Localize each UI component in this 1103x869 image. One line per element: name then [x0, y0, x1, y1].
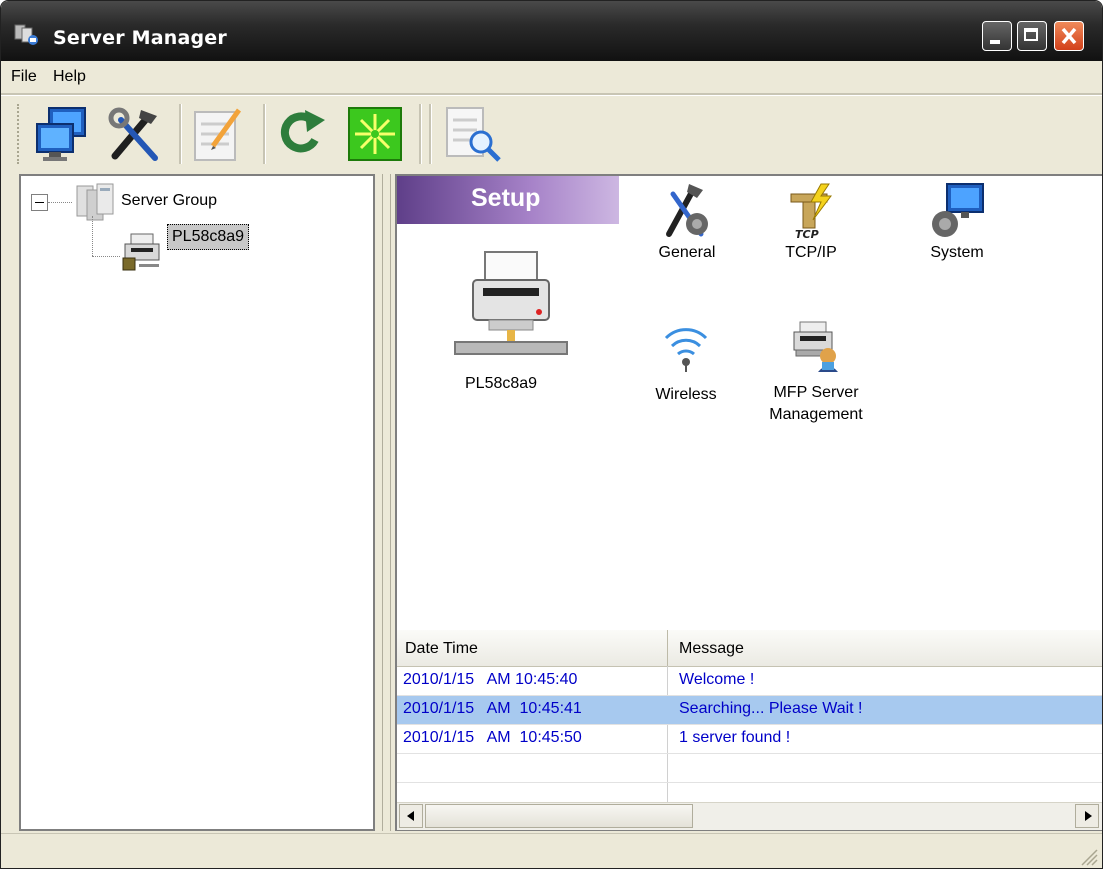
setup-tcpip-label: TCP/IP: [785, 244, 837, 261]
log-datetime: 2010/1/15 AM 10:45:40: [403, 671, 578, 688]
column-header-message[interactable]: Message: [679, 640, 744, 658]
scroll-left-button[interactable]: [399, 804, 423, 828]
edit-document-icon[interactable]: [189, 102, 253, 166]
setup-panel: Setup PL58c8a9 General TCP TCP/IP System…: [395, 174, 1102, 630]
title-bar[interactable]: Server Manager: [1, 1, 1102, 61]
tree-item-server[interactable]: PL58c8a9: [167, 224, 250, 250]
log-list[interactable]: Date Time Message 2010/1/15 AM 10:45:40 …: [395, 630, 1102, 831]
setup-mfp-item[interactable]: MFP Server Management: [761, 316, 871, 426]
tree-connector: [48, 202, 72, 203]
device-name: PL58c8a9: [465, 375, 538, 392]
menu-bar: File Help: [1, 61, 1102, 93]
setup-system-item[interactable]: System: [915, 180, 999, 264]
close-icon: [1061, 27, 1077, 45]
setup-wireless-item[interactable]: Wireless: [641, 318, 731, 406]
log-header: Date Time Message: [397, 630, 1102, 667]
tools-icon[interactable]: [103, 102, 167, 166]
app-icon: [14, 24, 38, 45]
toolbar-separator: [419, 104, 422, 164]
maximize-button[interactable]: [1017, 21, 1047, 51]
menu-help[interactable]: Help: [53, 68, 86, 86]
toolbar-grip[interactable]: [17, 104, 23, 164]
scroll-thumb[interactable]: [425, 804, 693, 828]
log-row-selected[interactable]: 2010/1/15 AM 10:45:41 Searching... Pleas…: [397, 696, 1102, 725]
column-header-datetime[interactable]: Date Time: [405, 640, 478, 658]
log-row[interactable]: 2010/1/15 AM 10:45:40 Welcome !: [397, 667, 1102, 696]
setup-system-label: System: [930, 244, 984, 261]
collapse-toggle[interactable]: [31, 194, 48, 211]
mfp-management-icon: [793, 321, 838, 372]
minimize-button[interactable]: [982, 21, 1012, 51]
setup-general-label: General: [658, 244, 716, 261]
tree-connector: [92, 256, 120, 257]
menu-file[interactable]: File: [11, 68, 37, 86]
toolbar: [1, 96, 1102, 171]
horizontal-scrollbar[interactable]: [397, 802, 1102, 830]
tcp-icon-text: TCP: [795, 228, 819, 241]
server-manager-window: Server Manager File Help Server Group PL…: [0, 0, 1103, 869]
log-row[interactable]: 2010/1/15 AM 10:45:50 1 server found !: [397, 725, 1102, 754]
tree-item-server-group[interactable]: Server Group: [121, 192, 217, 210]
resize-grip-icon[interactable]: [1078, 846, 1098, 866]
pane-splitter[interactable]: [377, 174, 395, 831]
log-message: 1 server found !: [679, 729, 791, 746]
toolbar-separator: [429, 104, 432, 164]
toolbar-separator: [179, 104, 182, 164]
scroll-right-button[interactable]: [1075, 804, 1099, 828]
setup-general-item[interactable]: General: [645, 180, 729, 264]
close-button[interactable]: [1054, 21, 1084, 51]
log-message: Welcome !: [679, 671, 755, 688]
setup-mfp-label: MFP Server Management: [769, 384, 863, 423]
server-group-icon: [76, 183, 114, 221]
network-computers-icon[interactable]: [31, 102, 95, 166]
log-datetime: 2010/1/15 AM 10:45:50: [403, 729, 582, 746]
tree-connector: [92, 216, 93, 256]
column-divider[interactable]: [667, 630, 668, 666]
refresh-icon[interactable]: [271, 102, 335, 166]
printer-server-icon: [122, 233, 160, 271]
server-tree[interactable]: Server Group PL58c8a9: [19, 174, 375, 831]
window-title: Server Manager: [53, 27, 227, 49]
setup-tcpip-item[interactable]: TCP TCP/IP: [771, 180, 851, 264]
log-message: Searching... Please Wait !: [679, 700, 863, 717]
setup-banner: Setup: [397, 176, 619, 224]
search-servers-icon[interactable]: [343, 102, 407, 166]
wireless-icon: [664, 328, 708, 372]
setup-title: Setup: [471, 184, 541, 212]
tcpip-icon: TCP: [790, 183, 832, 241]
general-tools-icon: [666, 184, 708, 237]
printer-icon: [454, 251, 568, 355]
log-row-empty: [397, 754, 1102, 783]
setup-wireless-label: Wireless: [655, 386, 717, 403]
toolbar-separator: [263, 104, 266, 164]
log-datetime: 2010/1/15 AM 10:45:41: [403, 700, 582, 717]
system-icon: [932, 183, 984, 237]
status-bar: [1, 833, 1102, 868]
document-preview-icon[interactable]: [441, 102, 505, 166]
